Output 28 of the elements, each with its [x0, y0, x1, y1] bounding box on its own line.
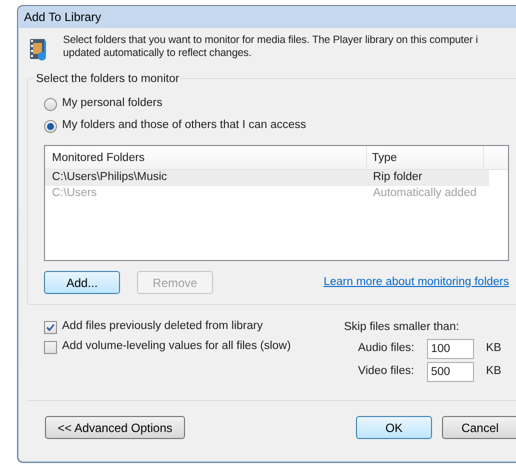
radio-option[interactable]: My folders and those of others that I can access — [44, 115, 516, 137]
checkbox[interactable] — [44, 340, 57, 354]
table-cell-text: Rip folder — [372, 170, 422, 186]
table-cell-text: C:\Users\Philips\Music — [51, 170, 168, 186]
dialog-button[interactable]: << Advanced Options — [45, 416, 185, 439]
skip-title: Skip files smaller than: — [344, 320, 460, 335]
table-cell-text: Automatically added — [372, 186, 477, 202]
field-label: Audio files: — [358, 340, 416, 356]
dialog-button[interactable]: Cancel — [442, 416, 516, 439]
description-text: Select folders that you want to monitor for media files. The Player library on this computer i — [63, 34, 478, 47]
description-text: updated automatically to reflect changes. — [63, 47, 252, 60]
radio-button[interactable] — [44, 98, 57, 110]
field-label: Video files: — [358, 364, 416, 379]
folder-row[interactable]: C:\Users\Philips\Music Rip folder — [45, 170, 489, 186]
unit-label: KB — [486, 364, 502, 379]
unit-label: KB — [486, 340, 502, 356]
checkbox-option[interactable]: Add files previously deleted from library — [44, 317, 344, 337]
checkbox[interactable] — [44, 320, 57, 334]
help-link[interactable]: Learn more about monitoring folders — [324, 274, 509, 292]
radio-option[interactable]: My personal folders — [44, 93, 516, 115]
size-input[interactable]: 500 — [427, 362, 474, 382]
table-cell-text: C:\Users — [51, 186, 98, 202]
window-title: Add To Library — [24, 9, 102, 26]
checkbox-option[interactable]: Add volume-leveling values for all files (slow) — [44, 337, 344, 357]
size-input[interactable]: 100 — [427, 338, 474, 358]
radio-button[interactable] — [44, 120, 57, 132]
dialog-button[interactable]: OK — [356, 416, 432, 439]
dialog-button[interactable]: Add... — [44, 271, 120, 294]
